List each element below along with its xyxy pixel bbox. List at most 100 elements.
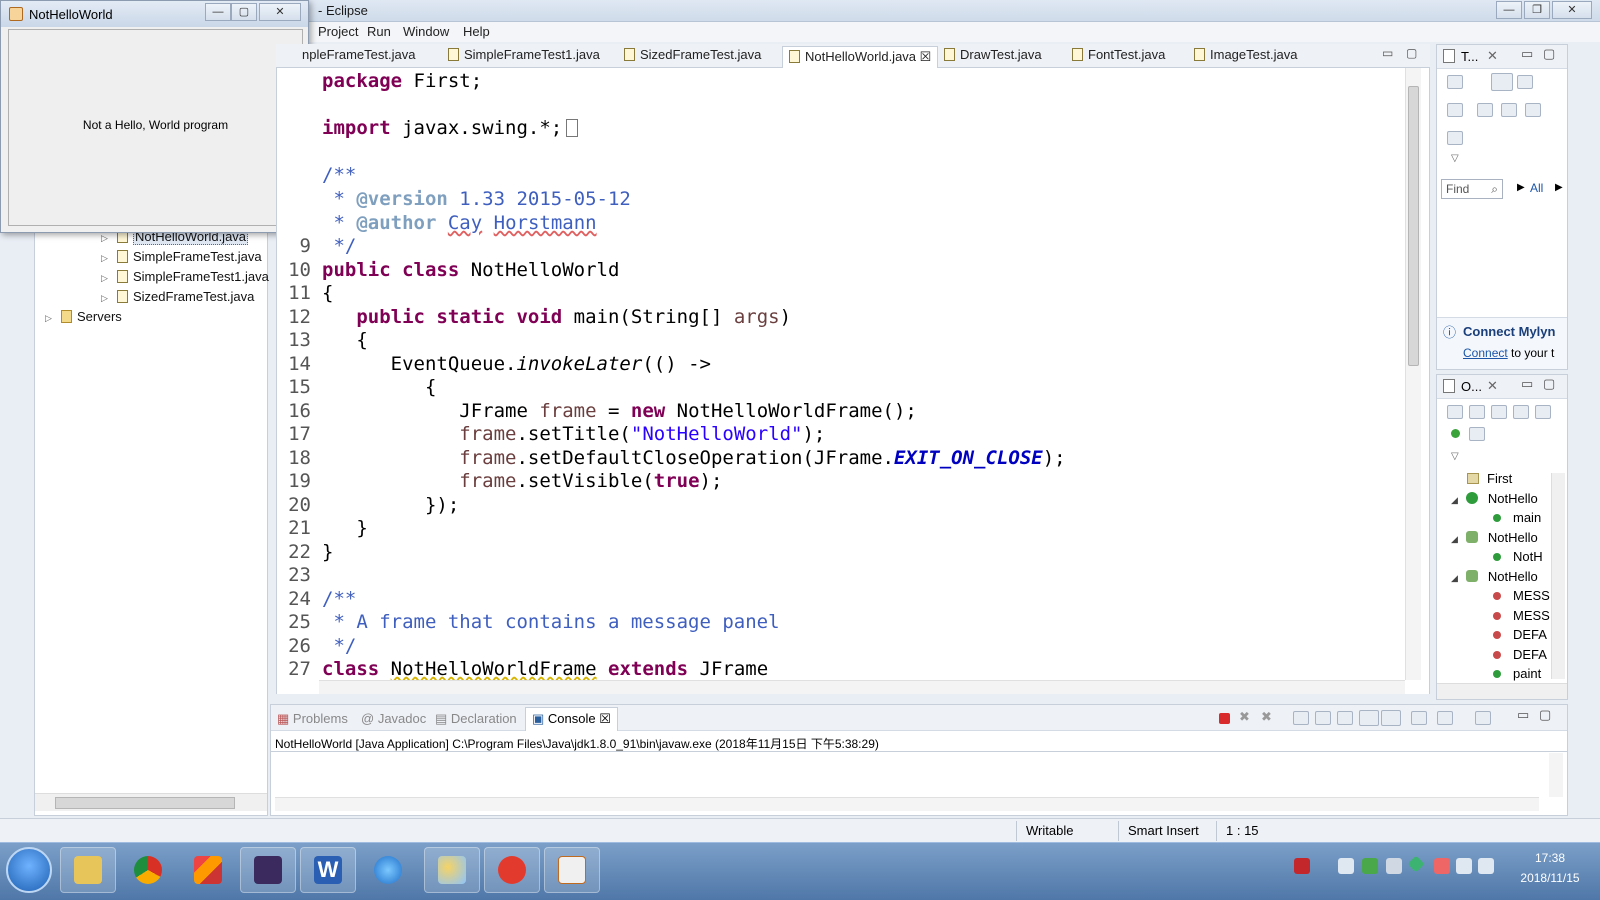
- maximize-icon[interactable]: ▢: [1543, 46, 1555, 62]
- minimize-icon[interactable]: ▭: [1517, 707, 1529, 723]
- tree-item-simpleframetest1[interactable]: ▷ SimpleFrameTest1.java: [101, 269, 269, 288]
- tab-javadoc[interactable]: @ Javadoc: [361, 711, 426, 726]
- tab-sizedframetest[interactable]: SizedFrameTest.java: [624, 47, 761, 67]
- find-input[interactable]: Find ⌕: [1441, 179, 1503, 199]
- outline-vertical-scrollbar[interactable]: [1551, 473, 1565, 679]
- ie-taskbar-icon[interactable]: [360, 847, 416, 893]
- close-icon[interactable]: ✕: [1487, 378, 1498, 394]
- tab-declaration[interactable]: ▤ Declaration: [435, 711, 517, 727]
- maximize-icon[interactable]: ▢: [1543, 376, 1555, 392]
- tab-simpleframetest1[interactable]: SimpleFrameTest1.java: [448, 47, 600, 67]
- tab-close-icon[interactable]: ☒: [920, 49, 932, 64]
- nhw-close-button[interactable]: ✕: [259, 3, 301, 21]
- tab-imagetest[interactable]: ImageTest.java: [1194, 47, 1297, 67]
- view-menu-icon[interactable]: ▽: [1451, 451, 1459, 462]
- outline-panel-title[interactable]: O...: [1461, 379, 1482, 394]
- close-button[interactable]: ✕: [1552, 1, 1592, 19]
- word-wrap-icon[interactable]: [1337, 711, 1353, 725]
- show-on-stdout-icon[interactable]: [1359, 710, 1379, 726]
- all-link[interactable]: All: [1530, 181, 1543, 195]
- view-menu-icon[interactable]: ▽: [1451, 153, 1459, 164]
- nhw-minimize-button[interactable]: —: [205, 3, 231, 21]
- code-editor[interactable]: package First; import javax.swing.*; /**…: [276, 68, 1430, 694]
- app-taskbar-icon[interactable]: [484, 847, 540, 893]
- scrollbar-thumb[interactable]: [55, 797, 235, 809]
- repository-icon[interactable]: [1447, 131, 1463, 145]
- hide-icon[interactable]: [1501, 103, 1517, 117]
- clear-console-icon[interactable]: [1293, 711, 1309, 725]
- outline-item[interactable]: First: [1467, 471, 1512, 486]
- volume-tray-icon[interactable]: [1478, 858, 1494, 874]
- console-horizontal-scrollbar[interactable]: [275, 797, 1539, 811]
- menu-help[interactable]: Help: [463, 24, 490, 39]
- display-console-icon[interactable]: [1437, 711, 1453, 725]
- clock-date[interactable]: 2018/11/15: [1505, 871, 1595, 885]
- minimize-button[interactable]: —: [1496, 1, 1522, 19]
- minimize-icon[interactable]: ▭: [1521, 376, 1533, 392]
- minimize-icon[interactable]: ▭: [1521, 46, 1533, 62]
- paint-taskbar-icon[interactable]: [424, 847, 480, 893]
- tab-problems[interactable]: ▦ Problems: [277, 711, 348, 727]
- outline-item[interactable]: ◢ NotHello: [1451, 530, 1538, 545]
- editor-horizontal-scrollbar[interactable]: [319, 680, 1405, 694]
- open-console-icon[interactable]: [1475, 711, 1491, 725]
- scrollbar-thumb[interactable]: [1408, 86, 1419, 366]
- tab-console[interactable]: ▣ Console ☒: [525, 707, 618, 731]
- remove-all-icon[interactable]: ✖: [1261, 709, 1272, 725]
- expand-arrow-icon[interactable]: ▷: [45, 313, 53, 324]
- restore-button[interactable]: ❐: [1524, 1, 1550, 19]
- show-on-stderr-icon[interactable]: [1381, 710, 1401, 726]
- network-tray-icon[interactable]: [1338, 858, 1354, 874]
- pin-console-icon[interactable]: [1411, 711, 1427, 725]
- hide-nonpublic-icon[interactable]: [1469, 427, 1485, 441]
- new-task-icon[interactable]: [1447, 75, 1463, 89]
- remove-launch-icon[interactable]: ✖: [1239, 709, 1250, 725]
- nhw-maximize-button[interactable]: ▢: [231, 3, 257, 21]
- outline-item[interactable]: DEFA: [1493, 647, 1547, 662]
- adobe-tray-icon[interactable]: [1294, 858, 1310, 874]
- app-taskbar-icon[interactable]: [180, 847, 236, 893]
- hide-fields-icon[interactable]: [1513, 405, 1529, 419]
- categorized-icon[interactable]: [1491, 73, 1513, 91]
- connect-link[interactable]: Connect: [1463, 346, 1508, 360]
- outline-item[interactable]: paint: [1493, 666, 1541, 681]
- collapse-all-icon[interactable]: [1469, 405, 1485, 419]
- editor-maximize-icon[interactable]: ▢: [1406, 46, 1417, 60]
- expand-arrow-icon[interactable]: ▷: [101, 233, 109, 244]
- play-icon[interactable]: ▶: [1517, 182, 1525, 193]
- filter-icon[interactable]: [1477, 103, 1493, 117]
- start-button[interactable]: [6, 847, 52, 893]
- explorer-taskbar-icon[interactable]: [60, 847, 116, 893]
- outline-item[interactable]: ◢ NotHello: [1451, 569, 1538, 584]
- expand-arrow-icon[interactable]: ▷: [101, 273, 109, 284]
- maximize-icon[interactable]: ▢: [1539, 707, 1551, 723]
- clock-time[interactable]: 17:38: [1505, 851, 1595, 865]
- expand-arrow-icon[interactable]: ▷: [101, 253, 109, 264]
- outline-item[interactable]: NotH: [1493, 549, 1543, 564]
- expand-arrow-icon[interactable]: ▷: [101, 293, 109, 304]
- outline-item[interactable]: MESS: [1493, 608, 1550, 623]
- close-icon[interactable]: ✕: [1487, 48, 1498, 64]
- chrome-taskbar-icon[interactable]: [120, 847, 176, 893]
- settings-tray-icon[interactable]: [1386, 858, 1402, 874]
- java-taskbar-icon[interactable]: [544, 847, 600, 893]
- link-icon[interactable]: [1447, 405, 1463, 419]
- outline-horizontal-scrollbar[interactable]: [1437, 683, 1567, 699]
- tree-item-servers[interactable]: ▷ Servers: [45, 309, 122, 328]
- public-icon[interactable]: [1451, 429, 1460, 438]
- app-tray-icon[interactable]: [1407, 855, 1425, 873]
- sync-icon[interactable]: [1447, 103, 1463, 117]
- task-panel-title[interactable]: T...: [1461, 49, 1478, 64]
- tree-item-simpleframetest[interactable]: ▷ SimpleFrameTest.java: [101, 249, 262, 268]
- terminate-icon[interactable]: [1219, 713, 1230, 724]
- menu-run[interactable]: Run: [367, 24, 391, 39]
- tab-simpleframetest[interactable]: npleFrameTest.java: [302, 47, 415, 67]
- editor-minimize-icon[interactable]: ▭: [1382, 46, 1393, 60]
- flag-tray-icon[interactable]: [1434, 858, 1450, 874]
- more-icon[interactable]: ▶: [1555, 182, 1563, 193]
- tab-fonttest[interactable]: FontTest.java: [1072, 47, 1165, 67]
- sort-icon[interactable]: [1491, 405, 1507, 419]
- scroll-lock-icon[interactable]: [1315, 711, 1331, 725]
- console-vertical-scrollbar[interactable]: [1549, 753, 1563, 797]
- eclipse-ee-taskbar-icon[interactable]: [240, 847, 296, 893]
